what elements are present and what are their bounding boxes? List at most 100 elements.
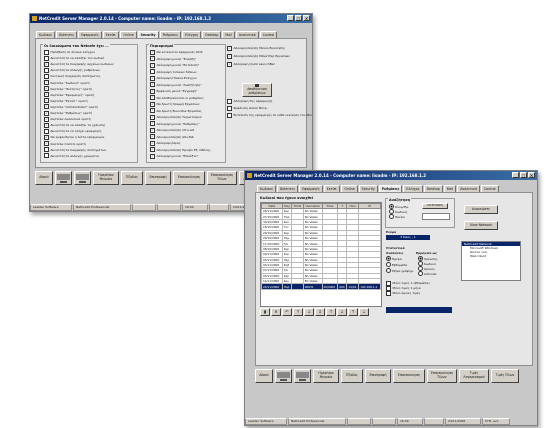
checkbox-box[interactable]: ✓ xyxy=(44,110,49,116)
checkbox-item[interactable]: ✓ Να δρωτή Γραμμή Εργασιών xyxy=(150,101,199,107)
bottom-icon[interactable]: ⇣ xyxy=(359,308,369,316)
toolbar-button[interactable]: About xyxy=(255,369,273,383)
up-icon[interactable]: ↑ xyxy=(293,308,303,316)
checkbox-box[interactable] xyxy=(227,112,232,118)
analysis-radio[interactable]: Εβδομάδα xyxy=(386,262,407,267)
checkbox-box[interactable]: ✓ xyxy=(150,88,155,94)
checkbox-box[interactable]: ✓ xyxy=(227,45,232,51)
radio-dot[interactable] xyxy=(418,271,423,276)
checkbox-box[interactable]: ✓ xyxy=(44,92,49,98)
checkbox-item[interactable]: ✓ Απενεργοποίηση Alt+Tab xyxy=(150,134,194,139)
records-table-container[interactable]: Date Day Timid Username Time T Hour IP 26/11/200… xyxy=(260,202,382,307)
checkbox-box[interactable]: ✓ xyxy=(44,98,49,104)
toolbar-button[interactable]: About xyxy=(35,171,53,185)
filter-checkbox[interactable]: Μόνο τιμές 1 εβδομάδας xyxy=(386,280,430,286)
checkbox-item[interactable]: ✓ Καρτέλα Αναλυτικά ορατή xyxy=(44,116,91,122)
refresh-button[interactable]: Ανανεώστε xyxy=(464,205,498,214)
prev-icon[interactable]: ↑ xyxy=(326,308,336,316)
toolbar-button[interactable]: Επανεκκίνηση xyxy=(393,369,425,383)
checkbox-item[interactable]: Απόκρυψη Της εφαρμογής xyxy=(227,98,273,104)
checkbox-item[interactable]: ✓ Απενεργοποίηση Μάνατζερ Εργασιών xyxy=(227,53,290,59)
checkbox-item[interactable]: ✓ Απόκρυψη Πίνακα Ελέγχου xyxy=(150,75,196,81)
checkbox-item[interactable]: Δυνατότητα αλλαγής ρυθμίσεων xyxy=(44,67,100,73)
checkbox-box[interactable]: ✓ xyxy=(150,95,155,100)
search-input[interactable] xyxy=(422,213,450,220)
checkbox-item[interactable]: Δυνατότητα να τρέχει εφαρμογές xyxy=(44,128,102,134)
checkbox-box[interactable]: ✓ xyxy=(150,82,155,87)
checkbox-box[interactable]: ✓ xyxy=(227,61,232,67)
checkbox-box[interactable]: ✓ xyxy=(44,141,49,146)
checkbox-box[interactable] xyxy=(227,105,232,111)
tool-icon-button[interactable] xyxy=(55,171,72,185)
checkbox-box[interactable]: ✓ xyxy=(44,116,49,122)
search-option-day[interactable]: Ημέρα xyxy=(389,214,405,219)
tab-11[interactable]: Control xyxy=(481,185,499,192)
checkbox-box[interactable] xyxy=(44,153,49,159)
checkbox-item[interactable]: ✓ Να εμφανίζεται η λίστα εφαρμογών xyxy=(44,134,104,140)
checkbox-box[interactable]: ✓ xyxy=(44,80,49,85)
tab-7[interactable]: Ελέγχος xyxy=(403,185,423,192)
filter-checkbox[interactable]: Μόνο τιμές 1 μήνα xyxy=(386,285,421,291)
minimize-button[interactable]: _ xyxy=(287,15,294,21)
checkbox-item[interactable]: ✓ Καρτέλα Control ορατή xyxy=(44,141,86,146)
toolbar-button[interactable]: Επιστροφή xyxy=(145,171,171,185)
checkbox-box[interactable]: ✓ xyxy=(44,134,49,140)
top-icon[interactable]: ↑ xyxy=(348,308,358,316)
checkbox-item[interactable]: ✓ Να δρωτή Εικονίδια Εργασίας xyxy=(150,108,202,113)
filter-checkbox[interactable]: Μόνο όμοιες τιμές xyxy=(386,290,420,296)
radio-dot[interactable] xyxy=(386,256,391,261)
tab-3[interactable]: Εκτύπ. xyxy=(323,185,341,192)
view-network-button[interactable]: View Network xyxy=(464,221,498,230)
sort-icon[interactable]: ↕ xyxy=(315,308,325,316)
toolbar-button[interactable]: Επανεκκίνηση xyxy=(173,171,205,185)
checkbox-box[interactable]: ✓ xyxy=(150,147,155,152)
down-icon[interactable]: ↓ xyxy=(304,308,314,316)
checkbox-box[interactable]: ✓ xyxy=(44,104,49,110)
tree-node[interactable]: Web Client xyxy=(462,254,520,258)
maximize-button[interactable]: □ xyxy=(520,172,527,178)
checkbox-box[interactable]: ✓ xyxy=(150,140,155,146)
checkbox-item[interactable]: ✓ Απόκρυψη μενού "Έναρξη" xyxy=(150,56,196,61)
checkbox-item[interactable]: ✓ Εμφάνιση μενού "Εγγραφή" xyxy=(150,88,197,94)
checkbox-box[interactable] xyxy=(44,67,49,73)
interpret-radio[interactable]: Admnist xyxy=(418,271,436,276)
checkbox-item[interactable]: ✓ Απόκρυψη Quick LaunchBar xyxy=(227,61,275,67)
tab-5[interactable]: Security xyxy=(137,31,159,38)
checkbox-item[interactable]: ✓ Καρτέλα "Κωδικοί" ορατή xyxy=(44,80,90,85)
checkbox-item[interactable]: ✓ Απενεργοποίηση Ctrl+Alt xyxy=(150,127,194,133)
checkbox-item[interactable]: Εμφάνιση ποσού Μετρ. xyxy=(227,105,268,111)
checkbox-box[interactable] xyxy=(44,49,49,55)
analysis-radio[interactable]: Ημέρα xyxy=(386,256,402,261)
tab-9[interactable]: Mail xyxy=(222,31,235,38)
checkbox-box[interactable] xyxy=(150,69,155,74)
range-select[interactable]: 3 Ώρες - 1 xyxy=(386,235,430,240)
tab-8[interactable]: Desktop xyxy=(423,185,443,192)
tab-7[interactable]: Ελέγχος xyxy=(182,31,202,38)
checkbox-box[interactable]: ✓ xyxy=(44,122,49,128)
network-tree[interactable]: NetCredit Network Microsoft Windows Δίκτυο… xyxy=(461,241,521,281)
toolbar-button[interactable]: Έξοδος xyxy=(121,171,143,185)
radio-dot[interactable] xyxy=(386,262,391,267)
analysis-radio[interactable]: Μήνα-γράφημ. xyxy=(386,268,414,273)
tab-4[interactable]: Online xyxy=(120,31,137,38)
first-record-icon[interactable]: ▮ xyxy=(260,308,270,316)
close-button[interactable]: × xyxy=(303,15,310,21)
checkbox-box[interactable]: ✓ xyxy=(150,108,155,113)
checkbox-item[interactable]: ✓ Απόκρυψη μενού "Αναζήτηση" xyxy=(150,82,202,87)
column-header[interactable]: Username xyxy=(302,203,323,209)
checkbox-item[interactable]: Εκτέλεση της εφαρμογής σε κάθε εκκίνηση … xyxy=(227,112,312,118)
radio-dot[interactable] xyxy=(386,268,391,273)
tab-2[interactable]: Εφαρμογές xyxy=(78,31,102,38)
tool-icon-button[interactable] xyxy=(74,171,91,185)
checkbox-box[interactable] xyxy=(227,98,232,104)
tab-3[interactable]: Εκτύπ. xyxy=(102,31,120,38)
checkbox-item[interactable]: ✓ Απενεργοποίηση Μενού Εκκίνησης xyxy=(227,45,285,51)
checkbox-box[interactable]: ✓ xyxy=(150,49,155,55)
table-row[interactable]: 24/11/2006 Παρ 00031 16/0000 000 14/02 192.168… xyxy=(261,283,381,290)
checkbox-box[interactable] xyxy=(44,55,49,61)
checkbox-box[interactable]: ✓ xyxy=(150,121,155,126)
toolbar-button[interactable]: Έξοδος xyxy=(341,369,363,383)
delete-icon[interactable]: ✕ xyxy=(271,308,281,316)
search-run-button[interactable]: Εκτέλεση xyxy=(422,203,448,209)
tab-10[interactable]: Αναλυτικά xyxy=(457,185,481,192)
